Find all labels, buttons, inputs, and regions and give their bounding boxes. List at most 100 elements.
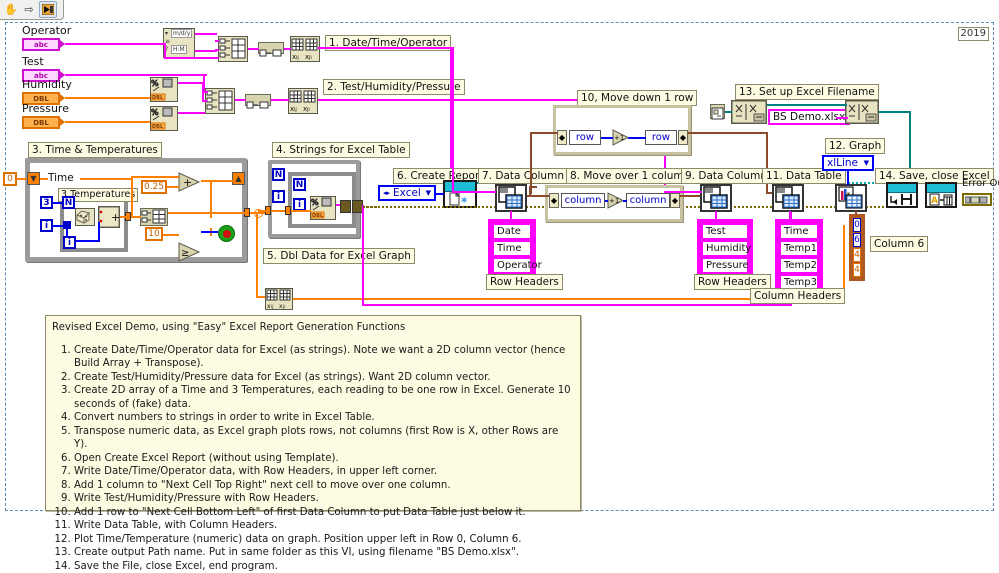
wire-test-j: [205, 74, 207, 76]
create-report-vi[interactable]: ∗: [443, 180, 477, 208]
excel-easy-table-vi[interactable]: [772, 184, 804, 212]
pressure-label: Pressure: [22, 102, 69, 115]
wire-col-inc-out: [623, 200, 627, 202]
comment-item: Open Create Excel Report (without using …: [74, 452, 574, 466]
svg-text:+: +: [183, 176, 192, 189]
row-headers-caption-1: Row Headers: [486, 274, 563, 290]
stop-terminal[interactable]: [218, 225, 235, 242]
i-terminal-outer[interactable]: i: [40, 219, 53, 232]
transpose-node-1[interactable]: xij xji: [290, 36, 320, 62]
number-to-string-node-1[interactable]: % DBL: [150, 77, 178, 102]
wire-time-to-add: [131, 176, 179, 178]
n-terminal-outer-strings[interactable]: N: [272, 168, 285, 181]
report-type-value: Excel: [393, 187, 421, 199]
random-number-node[interactable]: [75, 208, 95, 226]
step-7-label: 7. Data Column: [478, 168, 568, 184]
wire-loop-down: [256, 212, 258, 298]
save-report-vi[interactable]: [886, 182, 918, 208]
current-vi-path-node[interactable]: [710, 104, 725, 119]
graph-type-ring[interactable]: xlLine ▼: [822, 155, 874, 171]
ipe-border-out-column[interactable]: ◆: [670, 193, 680, 208]
svg-text:ij: ij: [294, 107, 297, 113]
reshape-node-1[interactable]: [258, 42, 284, 54]
shift-register-init-constant[interactable]: 0: [3, 172, 17, 186]
position-array[interactable]: 0 6 4 4: [849, 214, 865, 281]
shift-register-right[interactable]: ▲: [232, 172, 245, 185]
n-terminal-inner-strings[interactable]: N: [293, 178, 306, 191]
number-to-string-node-2[interactable]: % DBL: [150, 106, 178, 131]
wire-data1-in: [452, 191, 496, 193]
add-multiply-node[interactable]: +: [98, 206, 120, 228]
ipe-border-in-column[interactable]: ◆: [549, 193, 559, 208]
transpose-node-2[interactable]: xij xji: [288, 88, 318, 114]
build-array-node-1[interactable]: [218, 36, 248, 62]
position-cell: 4: [853, 248, 861, 262]
wire-vipath: [725, 111, 732, 113]
strings-tunnel-right-inner[interactable]: [340, 200, 351, 213]
wire-pos-out-row-drop: [766, 132, 768, 194]
add-node[interactable]: +: [178, 172, 202, 192]
excel-easy-text-vi-1[interactable]: [495, 184, 527, 212]
i-terminal-inner[interactable]: i: [63, 236, 76, 249]
operator-label: Operator: [22, 24, 71, 37]
excel-easy-graph-vi[interactable]: Y: [835, 184, 867, 212]
wire-tunnel-bundle: [131, 216, 141, 218]
reshape-node-2[interactable]: [245, 94, 271, 106]
bundle-cluster-node[interactable]: [140, 208, 168, 226]
wire-operator: [65, 43, 165, 45]
build-path-node[interactable]: [845, 100, 879, 124]
comment-item: Add 1 column to "Next Cell Top Right" ne…: [74, 479, 574, 493]
row-header-cell: Test: [702, 224, 748, 239]
time-label: Time: [48, 172, 74, 184]
svg-text:+1: +1: [609, 197, 619, 205]
ipe-border-in-row[interactable]: ◆: [557, 130, 567, 145]
save-report-vi-body: [888, 193, 916, 206]
arrow-tool-icon[interactable]: ⇨: [21, 2, 37, 17]
wire-reshape1-out: [284, 48, 291, 50]
column-headers-array[interactable]: Time Temp1 Temp2 Temp3: [775, 219, 823, 295]
count-constant[interactable]: 3: [40, 196, 53, 209]
step-8-label: 8. Move over 1 column: [566, 168, 694, 184]
get-date-time-string-node[interactable]: ▾m/d/y ≡ ?H:M: [163, 28, 195, 58]
ipe-border-out-row[interactable]: ◆: [678, 130, 688, 145]
comment-header: Revised Excel Demo, using "Easy" Excel R…: [52, 321, 574, 335]
dispose-report-vi[interactable]: A: [925, 182, 957, 208]
number-to-string-node-3[interactable]: % DBL: [310, 196, 336, 220]
wire-ba1-in1: [215, 40, 219, 42]
transpose-node-3[interactable]: xij xji: [265, 288, 293, 310]
comment-item: Create output Path name. Put in same fol…: [74, 546, 574, 560]
svg-text:ji: ji: [282, 304, 286, 309]
shift-register-left[interactable]: ▼: [27, 172, 40, 185]
error-out-terminal[interactable]: [962, 193, 992, 206]
toolbar[interactable]: ✋ ⇨: [0, 0, 64, 20]
wire-time-run: [80, 178, 132, 180]
wire-into-loop4b: [271, 210, 285, 212]
wire-test-in-ba2: [203, 91, 208, 93]
wire-inner-to-fmt: [291, 210, 311, 212]
svg-text:DBL: DBL: [152, 95, 164, 101]
greater-equal-node[interactable]: ≥: [178, 242, 202, 262]
save-report-vi-header: [888, 184, 916, 193]
increment-constant[interactable]: 0.25: [141, 180, 167, 194]
operator-terminal[interactable]: abc: [22, 38, 60, 51]
report-type-ring[interactable]: ◂▸ Excel ▼: [378, 185, 436, 201]
svg-text:DBL: DBL: [312, 213, 324, 219]
row-headers-array-1[interactable]: Date Time Operator: [488, 219, 536, 278]
n-terminal[interactable]: N: [62, 196, 75, 209]
svg-text:%: %: [151, 108, 159, 117]
excel-easy-text-vi-2[interactable]: [700, 184, 732, 212]
column-header-cell: Time: [780, 224, 818, 239]
row-in-label: row: [569, 130, 601, 145]
stop-constant[interactable]: 10: [145, 227, 163, 241]
wire-bundle-node: [168, 212, 170, 214]
strip-path-node[interactable]: [731, 100, 767, 124]
run-vi-icon[interactable]: [39, 1, 57, 18]
comment-item: Convert numbers to strings in order to w…: [74, 411, 574, 425]
i-terminal-outer-strings[interactable]: i: [272, 190, 285, 203]
build-array-node-2[interactable]: [205, 88, 235, 114]
pressure-terminal[interactable]: DBL: [22, 116, 60, 129]
column-header-cell: Temp1: [780, 241, 818, 256]
hand-tool-icon[interactable]: ✋: [3, 2, 19, 17]
comment-item: Add 1 row to "Next Cell Bottom Left" of …: [74, 506, 574, 520]
row-headers-array-2[interactable]: Test Humidity Pressure: [697, 219, 753, 278]
